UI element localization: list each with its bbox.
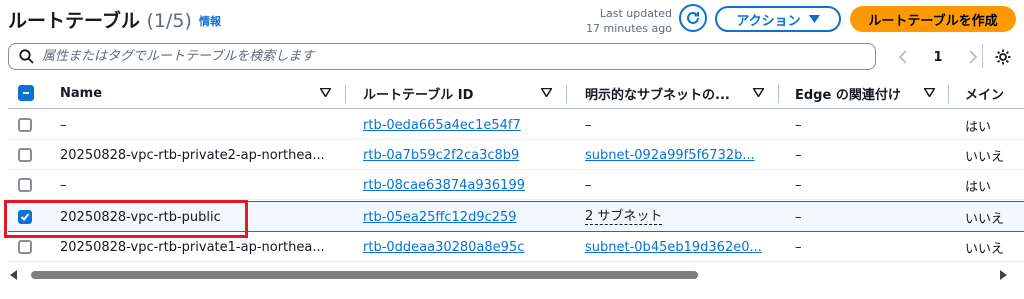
chevron-left-icon[interactable]	[898, 50, 908, 64]
route-table-id-link[interactable]: rtb-08cae63874a936199	[363, 178, 525, 193]
column-label: ルートテーブル ID	[363, 87, 474, 103]
actions-dropdown-button[interactable]: アクション	[715, 6, 841, 32]
chevron-right-icon[interactable]	[968, 50, 978, 64]
last-updated: Last updated 17 minutes ago	[568, 6, 672, 36]
cell-main: はい	[965, 179, 992, 195]
last-updated-label: Last updated	[599, 7, 672, 20]
row-checkbox[interactable]	[18, 118, 32, 132]
row-checkbox-cell[interactable]	[18, 170, 32, 200]
annotation-highlight-box	[4, 200, 248, 238]
search-bar[interactable]	[8, 43, 876, 70]
column-header-name[interactable]: Name	[60, 77, 102, 109]
scroll-right-arrow-icon[interactable]	[1000, 270, 1007, 280]
column-header-route-table-id[interactable]: ルートテーブル ID	[363, 77, 473, 109]
row-checkbox-cell[interactable]	[18, 110, 32, 140]
column-divider[interactable]	[566, 85, 567, 103]
checkbox-indeterminate[interactable]	[18, 85, 34, 101]
table-header: Name ルートテーブル ID 明示的なサブネットの... Edge の関連付け…	[8, 77, 1024, 109]
cell-main: いいえ	[965, 211, 1005, 227]
table-row[interactable]: – rtb-0eda665a4ec1e54f7 – – はい	[8, 110, 1024, 140]
column-label: Edge の関連付け	[795, 87, 901, 103]
cell-edge-associations: –	[795, 209, 802, 225]
route-table-id-link[interactable]: rtb-0eda665a4ec1e54f7	[363, 118, 521, 133]
page-header: ルートテーブル (1/5) 情報 Last updated 17 minutes…	[8, 0, 1024, 40]
sort-caret-icon[interactable]	[320, 88, 331, 97]
cell-edge-associations: –	[795, 147, 802, 163]
cell-name: 20250828-vpc-rtb-private2-ap-northea...	[60, 147, 325, 163]
route-table-id-link[interactable]: rtb-05ea25ffc12d9c259	[363, 210, 517, 225]
row-checkbox[interactable]	[18, 240, 32, 254]
cell-edge-associations: –	[795, 239, 802, 255]
cell-main: はい	[965, 119, 992, 135]
pagination: 1	[898, 46, 978, 68]
sort-caret-icon[interactable]	[541, 88, 552, 97]
minus-icon	[23, 92, 29, 94]
cell-edge-associations: –	[795, 117, 802, 133]
column-header-main[interactable]: メイン	[965, 77, 1004, 109]
column-label: 明示的なサブネットの...	[585, 87, 730, 103]
subnet-link[interactable]: subnet-092a99f5f6732b...	[585, 148, 755, 163]
cell-edge-associations: –	[795, 177, 802, 193]
refresh-button[interactable]	[679, 4, 707, 32]
search-icon	[19, 49, 34, 64]
search-input[interactable]	[42, 49, 842, 64]
route-table-id-link[interactable]: rtb-0a7b59c2f2ca3c8b9	[363, 148, 519, 163]
row-checkbox[interactable]	[18, 148, 32, 162]
create-route-table-button[interactable]: ルートテーブルを作成	[850, 6, 1016, 32]
cell-main: いいえ	[965, 241, 1005, 257]
cell-explicit-subnets: –	[585, 117, 592, 133]
last-updated-time: 17 minutes ago	[586, 22, 672, 35]
column-divider[interactable]	[778, 85, 779, 103]
column-header-edge-associations[interactable]: Edge の関連付け	[795, 77, 901, 109]
refresh-icon	[687, 11, 699, 24]
column-divider[interactable]	[345, 85, 346, 103]
row-checkbox[interactable]	[18, 178, 32, 192]
cell-name: –	[60, 117, 67, 133]
subnet-link[interactable]: subnet-0b45eb19d362e0...	[585, 240, 762, 255]
cell-name: –	[60, 177, 67, 193]
scrollbar-thumb[interactable]	[31, 271, 698, 279]
preferences-button[interactable]	[992, 46, 1014, 68]
column-divider[interactable]	[948, 85, 949, 103]
subnet-count-popover[interactable]: 2 サブネット	[585, 209, 663, 225]
table-row[interactable]: – rtb-08cae63874a936199 – – はい	[8, 170, 1024, 200]
selection-count: (1/5)	[146, 10, 192, 32]
sort-caret-icon[interactable]	[753, 88, 764, 97]
column-label: Name	[60, 85, 103, 101]
cell-explicit-subnets: –	[585, 177, 592, 193]
page-title-text: ルートテーブル	[8, 10, 140, 32]
page-number[interactable]: 1	[933, 50, 942, 65]
actions-label: アクション	[736, 13, 801, 29]
table-row[interactable]: 20250828-vpc-rtb-private2-ap-northea... …	[8, 140, 1024, 170]
info-link[interactable]: 情報	[199, 13, 221, 29]
horizontal-scrollbar[interactable]	[8, 266, 1016, 286]
select-all-checkbox[interactable]	[18, 77, 34, 109]
sort-caret-icon[interactable]	[924, 88, 935, 97]
scroll-left-arrow-icon[interactable]	[10, 270, 17, 280]
column-label: メイン	[965, 87, 1005, 103]
gear-icon	[995, 49, 1011, 65]
row-checkbox-cell[interactable]	[18, 140, 32, 170]
caret-down-icon	[808, 15, 820, 23]
column-header-explicit-subnets[interactable]: 明示的なサブネットの...	[585, 77, 730, 109]
cell-main: いいえ	[965, 149, 1005, 165]
pager-divider	[982, 44, 983, 68]
page-title: ルートテーブル (1/5)	[8, 6, 192, 33]
route-table-id-link[interactable]: rtb-0ddeaa30280a8e95c	[363, 240, 524, 255]
